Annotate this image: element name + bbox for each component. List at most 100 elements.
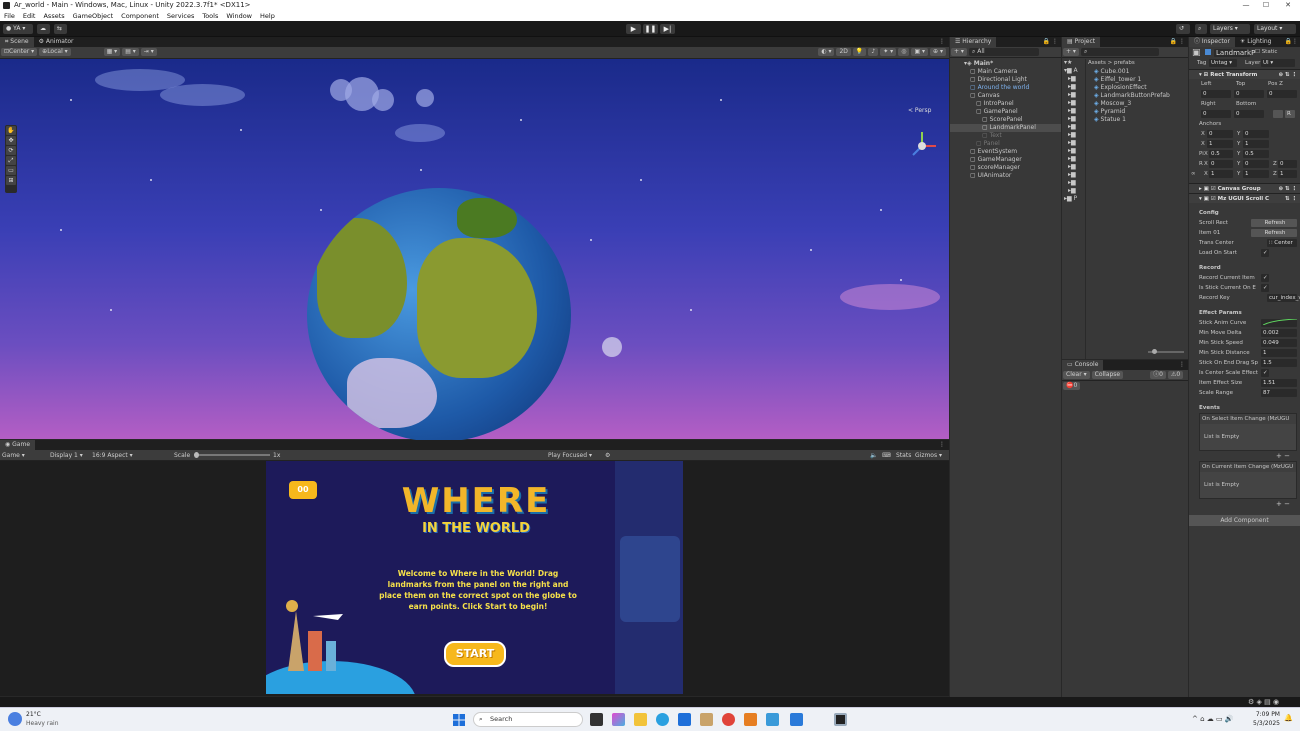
more-icon[interactable]: ⋮ bbox=[939, 37, 945, 47]
scale-range-field[interactable]: 87 bbox=[1261, 389, 1297, 397]
anchor-min-y[interactable]: 0 bbox=[1243, 130, 1269, 138]
anchor-max-x[interactable]: 1 bbox=[1207, 140, 1233, 148]
clock-time[interactable]: 7:09 PM bbox=[1252, 711, 1280, 718]
folder-icon[interactable]: ▸▆ bbox=[1062, 163, 1085, 171]
hierarchy-item[interactable]: ▢ Around the world bbox=[950, 84, 1061, 92]
rotate-tool-icon[interactable]: ⟳ bbox=[6, 146, 16, 155]
task-view-icon[interactable] bbox=[590, 713, 603, 726]
collab-icon[interactable]: ⇆ bbox=[54, 24, 67, 34]
increment-icon[interactable]: ⇥ ▾ bbox=[140, 48, 157, 56]
mute-icon[interactable]: 🔈 bbox=[870, 450, 877, 461]
history-icon[interactable]: ↺ bbox=[1176, 24, 1190, 34]
layer-dropdown[interactable]: UI ▾ bbox=[1261, 59, 1295, 67]
lock-icon[interactable]: 🔒⋮ bbox=[1285, 37, 1300, 47]
menu-component[interactable]: Component bbox=[121, 11, 159, 21]
add-icon[interactable]: + ▾ bbox=[951, 48, 967, 56]
folder-icon[interactable]: ▸▆ bbox=[1062, 131, 1085, 139]
tag-dropdown[interactable]: Untag ▾ bbox=[1209, 59, 1237, 67]
menu-window[interactable]: Window bbox=[226, 11, 252, 21]
hidden-icon[interactable]: ◎ bbox=[898, 48, 910, 56]
warning-count-badge[interactable]: ⚠0 bbox=[1167, 371, 1184, 379]
effects-icon[interactable]: ✦ ▾ bbox=[880, 48, 897, 56]
unity-taskbar-icon[interactable] bbox=[834, 713, 847, 726]
game-canvas[interactable]: 00 WHERE IN THE WORLD Welcome to Where i… bbox=[266, 461, 683, 694]
settings-icon[interactable]: ⚙ bbox=[605, 450, 610, 461]
app-icon-2[interactable] bbox=[744, 713, 757, 726]
lock-icon[interactable]: 🔒 ⋮ bbox=[1043, 37, 1061, 47]
tab-animator[interactable]: ⚙ Animator bbox=[34, 37, 79, 47]
folder-icon[interactable]: ▸▆ bbox=[1062, 99, 1085, 107]
app-icon[interactable] bbox=[700, 713, 713, 726]
folder-icon[interactable]: ▸▆ bbox=[1062, 147, 1085, 155]
notification-icon[interactable]: 🔔 bbox=[1284, 714, 1293, 722]
icon-size-slider-handle[interactable] bbox=[1152, 349, 1157, 354]
hierarchy-item[interactable]: ▢ ScorePanel bbox=[950, 116, 1061, 124]
2d-toggle[interactable]: 2D bbox=[836, 48, 851, 56]
folder-icon[interactable]: ▸▆ bbox=[1062, 139, 1085, 147]
error-count-badge[interactable]: ⛔0 bbox=[1063, 382, 1081, 390]
grid-snap-icon[interactable]: ▦ ▾ bbox=[103, 48, 121, 56]
anchors-foldout[interactable]: Anchors bbox=[1189, 119, 1300, 129]
tab-project[interactable]: ▤ Project bbox=[1062, 37, 1101, 47]
account-button[interactable]: ● YA ▾ bbox=[3, 24, 33, 34]
hierarchy-item[interactable]: ▢ Main Camera bbox=[950, 68, 1061, 76]
on-current-add-remove[interactable]: + − bbox=[1189, 499, 1300, 509]
packages-folder[interactable]: ▸▆ P bbox=[1062, 195, 1085, 203]
item-refresh-button[interactable]: Refresh bbox=[1251, 229, 1297, 237]
shortcut-icon[interactable]: ⌨ bbox=[882, 450, 891, 461]
transform-tool-icon[interactable]: ⊞ bbox=[6, 176, 16, 185]
pause-button[interactable]: ❚❚ bbox=[643, 24, 658, 34]
orientation-gizmo[interactable] bbox=[905, 129, 939, 163]
blueprint-button[interactable] bbox=[1273, 110, 1283, 118]
folder-icon[interactable]: ▸▆ bbox=[1062, 107, 1085, 115]
minimize-icon[interactable]: — bbox=[1236, 0, 1256, 11]
project-asset-item[interactable]: ◈ Cube.001 bbox=[1088, 68, 1188, 76]
clear-button[interactable]: Clear ▾ bbox=[1063, 371, 1090, 379]
start-button[interactable]: START bbox=[444, 641, 506, 667]
folder-icon[interactable]: ▸▆ bbox=[1062, 179, 1085, 187]
hierarchy-item[interactable]: ▢ Panel bbox=[950, 140, 1061, 148]
static-checkbox[interactable]: ☐ Static bbox=[1255, 49, 1277, 55]
folder-icon[interactable]: ▸▆ bbox=[1062, 171, 1085, 179]
scale-y[interactable]: 1 bbox=[1243, 170, 1269, 178]
rotation-z[interactable]: 0 bbox=[1278, 160, 1297, 168]
record-key-field[interactable]: cur_index_va bbox=[1267, 294, 1300, 302]
right-field[interactable]: 0 bbox=[1201, 110, 1231, 118]
menu-file[interactable]: File bbox=[4, 11, 15, 21]
globe-object[interactable] bbox=[307, 188, 571, 442]
pivot-y[interactable]: 0.5 bbox=[1243, 150, 1269, 158]
load-on-start-checkbox[interactable]: ✓ bbox=[1261, 249, 1269, 257]
move-tool-icon[interactable]: ✥ bbox=[6, 136, 16, 145]
project-asset-item[interactable]: ◈ ExplosionEffect bbox=[1088, 84, 1188, 92]
tab-console[interactable]: ▭ Console bbox=[1062, 360, 1104, 370]
hierarchy-item[interactable]: ▢ Directional Light bbox=[950, 76, 1061, 84]
draw-mode-icon[interactable]: ◐ ▾ bbox=[818, 48, 835, 56]
is-stick-current-checkbox[interactable]: ✓ bbox=[1261, 284, 1269, 292]
search-icon[interactable]: ⌕ bbox=[1195, 24, 1207, 34]
folder-icon[interactable]: ▸▆ bbox=[1062, 155, 1085, 163]
object-name-field[interactable]: LandmarkP bbox=[1214, 49, 1255, 57]
collapse-button[interactable]: Collapse bbox=[1091, 371, 1124, 379]
visual-studio-icon[interactable] bbox=[790, 713, 803, 726]
hierarchy-item[interactable]: ▢ LandmarkPanel bbox=[950, 124, 1061, 132]
display-dropdown[interactable]: Display 1 ▾ bbox=[50, 450, 83, 461]
persp-label[interactable]: < Persp bbox=[908, 107, 931, 114]
hierarchy-item[interactable]: ▢ EventSystem bbox=[950, 148, 1061, 156]
rotation-x[interactable]: 0 bbox=[1209, 160, 1233, 168]
min-stick-distance-field[interactable]: 1 bbox=[1261, 349, 1297, 357]
stick-on-end-drag-field[interactable]: 1.5 bbox=[1261, 359, 1297, 367]
hierarchy-item[interactable]: ▢ Text bbox=[950, 132, 1061, 140]
anim-curve-field[interactable] bbox=[1261, 318, 1298, 327]
min-stick-speed-field[interactable]: 0.049 bbox=[1261, 339, 1297, 347]
folder-icon[interactable]: ▸▆ bbox=[1062, 187, 1085, 195]
pivot-x[interactable]: 0.5 bbox=[1209, 150, 1233, 158]
tab-scene[interactable]: ⌗ Scene bbox=[0, 37, 34, 47]
canvas-group-header[interactable]: ▸ ▣ ☑ Canvas Group ⊜ ⇅ ⋮ bbox=[1189, 183, 1300, 193]
game-mode-dropdown[interactable]: Game ▾ bbox=[2, 450, 25, 461]
record-current-item-checkbox[interactable]: ✓ bbox=[1261, 274, 1269, 282]
landmark-slot[interactable] bbox=[620, 536, 680, 622]
more-icon[interactable]: ⋮ bbox=[1179, 360, 1188, 370]
project-asset-item[interactable]: ◈ Pyramid bbox=[1088, 108, 1188, 116]
scroll-component-header[interactable]: ▾ ▣ ☑ Mz UGUI Scroll C ⇅ ⋮ bbox=[1189, 193, 1300, 203]
tab-hierarchy[interactable]: ☰ Hierarchy bbox=[950, 37, 997, 47]
